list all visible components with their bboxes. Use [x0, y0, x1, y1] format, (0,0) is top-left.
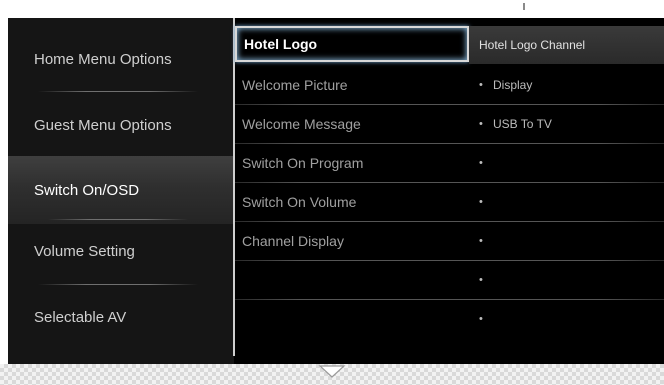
left-menu: Home Menu Options Guest Menu Options Swi… — [8, 18, 234, 364]
option-item-empty[interactable]: • — [469, 300, 664, 338]
submenu-item-label: Hotel Logo — [244, 36, 318, 52]
top-mark — [523, 3, 525, 10]
option-item-empty[interactable]: • — [469, 222, 664, 260]
row-separator — [235, 104, 664, 105]
row-separator — [235, 143, 664, 144]
option-item-display[interactable]: • Display — [469, 66, 664, 104]
submenu-item-label: Switch On Volume — [242, 194, 357, 210]
option-item-empty[interactable]: • — [469, 261, 664, 299]
left-menu-item-switch-on-osd[interactable]: Switch On/OSD — [8, 156, 234, 224]
left-menu-item-label: Guest Menu Options — [34, 116, 172, 134]
left-menu-item-selectable-av[interactable]: Selectable AV — [8, 284, 234, 350]
left-menu-item-label: Home Menu Options — [34, 50, 172, 68]
left-menu-item-home-menu-options[interactable]: Home Menu Options — [8, 26, 234, 92]
option-item-empty[interactable]: • — [469, 144, 664, 182]
row-separator — [235, 182, 664, 183]
option-item-empty[interactable]: • — [469, 183, 664, 221]
submenu-item-empty[interactable] — [235, 300, 469, 338]
bullet-icon: • — [479, 196, 483, 208]
submenu-item-switch-on-volume[interactable]: Switch On Volume — [235, 183, 469, 221]
osd-menu-screen: Home Menu Options Guest Menu Options Swi… — [8, 18, 664, 364]
option-item-label: USB To TV — [493, 117, 552, 131]
submenu-item-welcome-message[interactable]: Welcome Message — [235, 105, 469, 143]
bullet-icon: • — [479, 157, 483, 169]
left-menu-item-volume-setting[interactable]: Volume Setting — [8, 218, 234, 284]
left-menu-item-label: Switch On/OSD — [34, 181, 140, 199]
submenu-item-label: Channel Display — [242, 233, 344, 249]
option-item-usb-to-tv[interactable]: • USB To TV — [469, 105, 664, 143]
left-menu-item-guest-menu-options[interactable]: Guest Menu Options — [8, 92, 234, 158]
submenu-item-label: Welcome Picture — [242, 77, 348, 93]
top-strip — [0, 0, 664, 18]
bullet-icon: • — [479, 235, 483, 247]
bullet-icon: • — [479, 79, 483, 91]
submenu-item-switch-on-program[interactable]: Switch On Program — [235, 144, 469, 182]
option-item-hotel-logo-channel[interactable]: Hotel Logo Channel — [469, 26, 664, 64]
row-separator — [235, 299, 664, 300]
bullet-icon: • — [479, 118, 483, 130]
left-menu-item-label: Volume Setting — [34, 242, 135, 260]
bullet-icon: • — [479, 313, 483, 325]
submenu-item-label: Switch On Program — [242, 155, 364, 171]
row-separator — [235, 260, 664, 261]
submenu-item-hotel-logo[interactable]: Hotel Logo — [235, 26, 469, 62]
option-item-label: Display — [493, 78, 533, 92]
option-item-label: Hotel Logo Channel — [479, 38, 586, 52]
chevron-down-icon[interactable] — [318, 364, 346, 378]
left-menu-item-label: Selectable AV — [34, 308, 127, 326]
submenu-item-channel-display[interactable]: Channel Display — [235, 222, 469, 260]
submenu-item-welcome-picture[interactable]: Welcome Picture — [235, 66, 469, 104]
submenu-item-empty[interactable] — [235, 261, 469, 299]
bullet-icon: • — [479, 274, 483, 286]
row-separator — [235, 221, 664, 222]
submenu-item-label: Welcome Message — [242, 116, 361, 132]
